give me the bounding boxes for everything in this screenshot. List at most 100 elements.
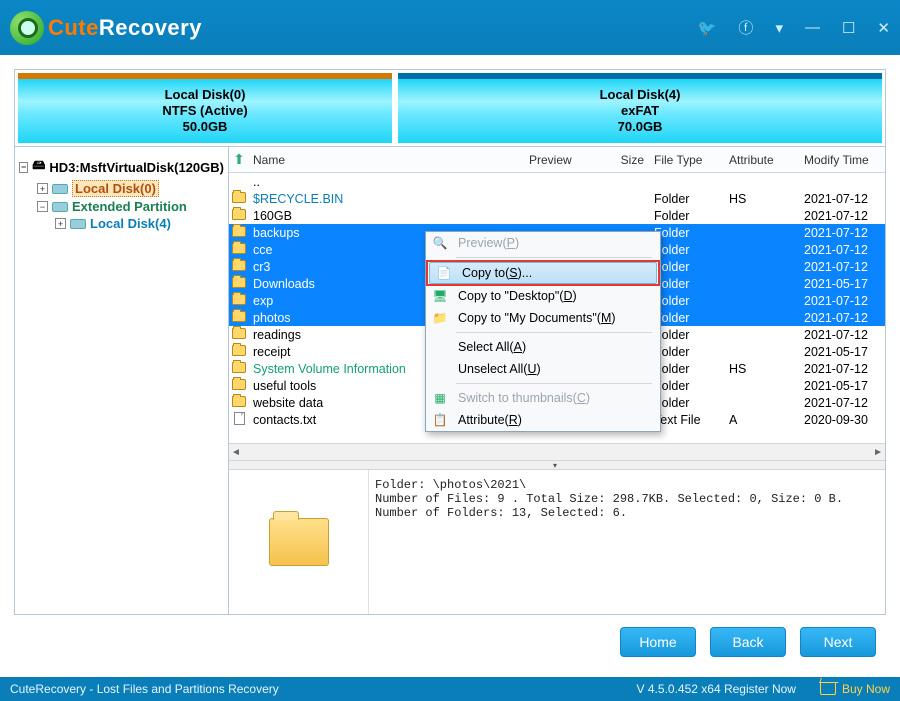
- file-modified: 2021-05-17: [804, 277, 885, 291]
- tree-item-local0[interactable]: Local Disk(0): [72, 180, 159, 197]
- minimize-icon[interactable]: —: [805, 19, 820, 36]
- file-type: Folder: [654, 243, 729, 257]
- tree-root[interactable]: HD3:MsftVirtualDisk(120GB): [49, 160, 224, 175]
- menu-attribute[interactable]: 📋Attribute(R): [426, 409, 660, 431]
- grid-icon: ▦: [430, 390, 450, 406]
- next-button[interactable]: Next: [800, 627, 876, 657]
- menu-copy-to[interactable]: 📄Copy to(S)...: [429, 262, 657, 284]
- file-name: $RECYCLE.BIN: [249, 192, 529, 206]
- table-row[interactable]: $RECYCLE.BINFolderHS2021-07-12: [229, 190, 885, 207]
- file-type: Folder: [654, 260, 729, 274]
- file-type: Folder: [654, 396, 729, 410]
- close-icon[interactable]: ✕: [877, 19, 890, 37]
- file-modified: 2021-07-12: [804, 362, 885, 376]
- file-modified: 2021-05-17: [804, 379, 885, 393]
- file-name: ..: [249, 175, 529, 189]
- menu-thumbnails: ▦Switch to thumbnails(C): [426, 387, 660, 409]
- preview-pane: Folder: \photos\2021\ Number of Files: 9…: [229, 469, 885, 614]
- up-arrow-icon[interactable]: ⬆: [229, 151, 249, 168]
- folder-icon: [232, 379, 246, 390]
- facebook-icon[interactable]: ⓕ: [738, 17, 753, 38]
- status-bar: CuteRecovery - Lost Files and Partitions…: [0, 677, 900, 701]
- file-type: Folder: [654, 362, 729, 376]
- file-type: Folder: [654, 311, 729, 325]
- menu-select-all[interactable]: Select All(A): [426, 336, 660, 358]
- file-type: Folder: [654, 192, 729, 206]
- file-modified: 2021-07-12: [804, 260, 885, 274]
- expand-icon[interactable]: [37, 183, 48, 194]
- splitter-handle[interactable]: [229, 460, 885, 469]
- folder-icon: [232, 396, 246, 407]
- folder-icon: [232, 226, 246, 237]
- collapse-icon[interactable]: [19, 162, 28, 173]
- collapse-icon[interactable]: [37, 201, 48, 212]
- buy-now-link[interactable]: Buy Now: [820, 682, 890, 696]
- version-text[interactable]: V 4.5.0.452 x64 Register Now: [637, 682, 796, 696]
- file-type: Folder: [654, 379, 729, 393]
- dropdown-icon[interactable]: ▾: [775, 19, 783, 37]
- file-type: Folder: [654, 209, 729, 223]
- desktop-icon: 🖥: [430, 288, 450, 304]
- tree-item-extended[interactable]: Extended Partition: [72, 199, 187, 214]
- col-modify[interactable]: Modify Time: [804, 153, 885, 167]
- table-row[interactable]: 160GB Folder 2021-07-12: [229, 207, 885, 224]
- file-modified: 2021-07-12: [804, 328, 885, 342]
- folder-icon: [232, 345, 246, 356]
- home-button[interactable]: Home: [620, 627, 696, 657]
- tree-item-local4[interactable]: Local Disk(4): [90, 216, 171, 231]
- nav-buttons: Home Back Next: [14, 615, 886, 663]
- disk-title: Local Disk(0): [165, 87, 246, 103]
- magnifier-icon: [10, 11, 44, 45]
- file-type: Folder: [654, 328, 729, 342]
- horizontal-scrollbar[interactable]: ◄►: [229, 443, 885, 460]
- text-file-icon: [234, 412, 245, 425]
- file-attr: A: [729, 413, 804, 427]
- col-type[interactable]: File Type: [654, 153, 729, 167]
- back-button[interactable]: Back: [710, 627, 786, 657]
- file-type: Folder: [654, 345, 729, 359]
- drive-icon: [52, 202, 68, 212]
- disk-card-0[interactable]: Local Disk(0) NTFS (Active) 50.0GB: [18, 73, 392, 143]
- thumbnail: [229, 470, 369, 614]
- file-modified: 2021-07-12: [804, 311, 885, 325]
- cart-icon: [820, 683, 836, 695]
- file-type: Folder: [654, 226, 729, 240]
- file-type: Folder: [654, 277, 729, 291]
- maximize-icon[interactable]: ☐: [842, 19, 855, 37]
- file-type: Folder: [654, 294, 729, 308]
- folder-icon: [269, 518, 329, 566]
- app-name: CuteRecovery: [48, 15, 202, 41]
- folder-icon: [232, 209, 246, 220]
- hdd-icon: 🖴: [32, 156, 45, 178]
- file-modified: 2021-07-12: [804, 209, 885, 223]
- file-modified: 2021-05-17: [804, 345, 885, 359]
- expand-icon[interactable]: [55, 218, 66, 229]
- disk-fs: exFAT: [621, 103, 659, 119]
- file-modified: 2020-09-30: [804, 413, 885, 427]
- device-tree[interactable]: 🖴 HD3:MsftVirtualDisk(120GB) Local Disk(…: [15, 147, 229, 614]
- file-modified: 2021-07-12: [804, 243, 885, 257]
- disk-card-4[interactable]: Local Disk(4) exFAT 70.0GB: [398, 73, 882, 143]
- document-icon: 📄: [434, 265, 454, 281]
- file-modified: 2021-07-12: [804, 294, 885, 308]
- file-name: 160GB: [249, 209, 529, 223]
- col-size[interactable]: Size: [599, 153, 654, 167]
- title-bar: CuteRecovery 🐦 ⓕ ▾ — ☐ ✕: [0, 0, 900, 55]
- preview-icon: 🔍: [430, 235, 450, 251]
- menu-unselect-all[interactable]: Unselect All(U): [426, 358, 660, 380]
- twitter-icon[interactable]: 🐦: [698, 19, 717, 37]
- drive-icon: [52, 184, 68, 194]
- app-logo: CuteRecovery: [10, 11, 202, 45]
- col-name[interactable]: Name: [249, 153, 529, 167]
- menu-copy-documents[interactable]: 📁Copy to "My Documents"(M): [426, 307, 660, 329]
- file-modified: 2021-07-12: [804, 226, 885, 240]
- folder-icon: 📁: [430, 310, 450, 326]
- folder-icon: [232, 277, 246, 288]
- file-modified: 2021-07-12: [804, 192, 885, 206]
- col-attr[interactable]: Attribute: [729, 153, 804, 167]
- disk-title: Local Disk(4): [600, 87, 681, 103]
- menu-copy-desktop[interactable]: 🖥Copy to "Desktop"(D): [426, 285, 660, 307]
- table-row[interactable]: ..: [229, 173, 885, 190]
- col-preview[interactable]: Preview: [529, 153, 599, 167]
- disk-fs: NTFS (Active): [162, 103, 247, 119]
